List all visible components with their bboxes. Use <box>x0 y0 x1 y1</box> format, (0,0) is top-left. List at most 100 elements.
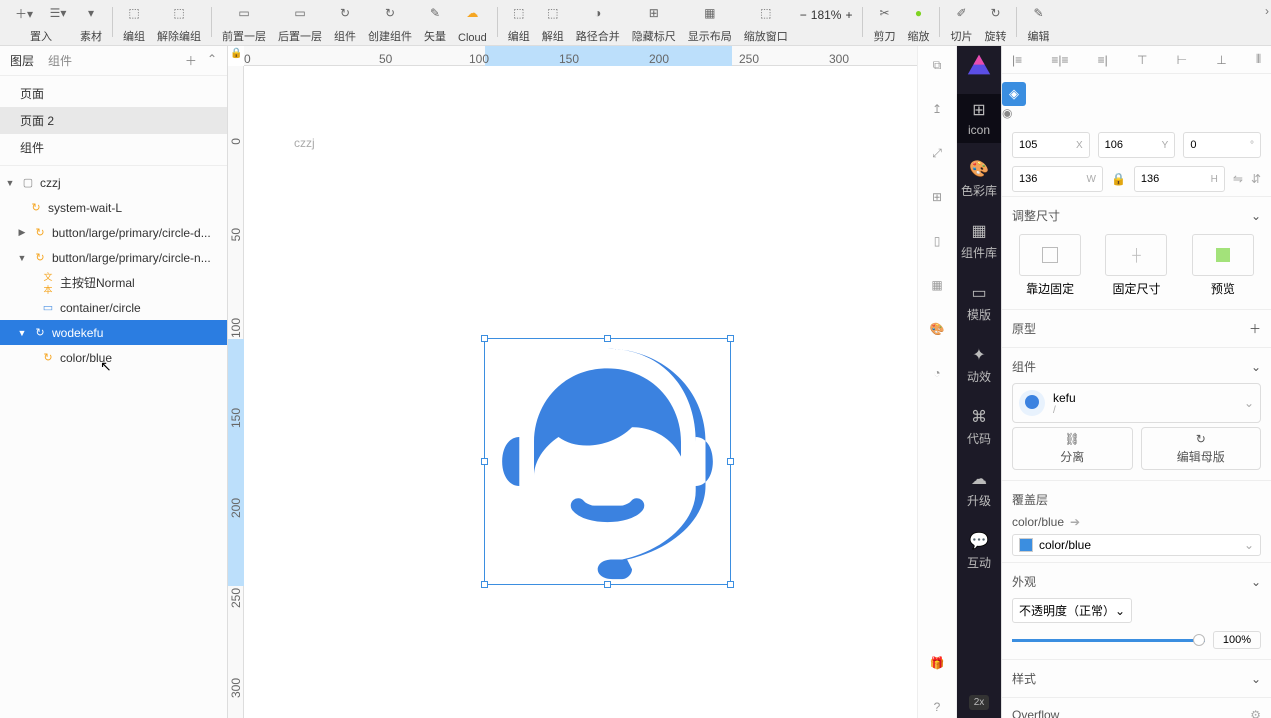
resize-fix-size[interactable]: ┼固定尺寸 <box>1098 234 1174 297</box>
plugin-code[interactable]: ⌘代码 <box>957 401 1001 453</box>
align-right-icon[interactable]: ≡| <box>1098 53 1108 67</box>
comp-section-header[interactable]: 组件⌄ <box>1012 354 1261 379</box>
tree-item[interactable]: ▭ container/circle <box>0 295 227 320</box>
selection-box[interactable] <box>484 338 731 585</box>
blend-mode-select[interactable]: 不透明度（正常）⌄ <box>1012 598 1132 623</box>
h-input[interactable]: H <box>1134 166 1225 192</box>
grid-icon[interactable]: ⊞ <box>926 186 948 208</box>
minus-icon[interactable]: − <box>800 8 807 22</box>
edit2-tool[interactable]: ⬚编组 <box>502 4 536 44</box>
tab-design[interactable]: ◈ <box>1002 82 1026 106</box>
palette-icon[interactable]: 🎨 <box>926 318 948 340</box>
tree-item[interactable]: ↻ color/blue <box>0 345 227 370</box>
plugin-upgrade[interactable]: ☁升级 <box>957 463 1001 515</box>
align-top-icon[interactable]: ⊤ <box>1137 53 1147 67</box>
page-item-components[interactable]: 组件 <box>0 134 227 161</box>
backward-tool[interactable]: ▭后置一层 <box>272 4 328 44</box>
tree-item-selected[interactable]: ▼ ↻ wodekefu <box>0 320 227 345</box>
proto-section-header[interactable]: 原型＋ <box>1012 316 1261 341</box>
component-tool[interactable]: ↻组件 <box>328 4 362 44</box>
arrow-right-icon[interactable]: ➔ <box>1070 515 1080 529</box>
tab-components[interactable]: 组件 <box>48 52 72 69</box>
x-input[interactable]: X <box>1012 132 1090 158</box>
tree-item[interactable]: ▶ ↻ button/large/primary/circle-d... <box>0 220 227 245</box>
style-header[interactable]: 样式⌄ <box>1012 666 1261 691</box>
edit-master-button[interactable]: ↻编辑母版 <box>1141 427 1262 470</box>
add-page-icon[interactable]: ＋ <box>185 52 197 69</box>
gift-icon[interactable]: 🎁 <box>926 652 948 674</box>
overflow-icon[interactable]: › <box>1265 4 1269 18</box>
vector-tool[interactable]: ✎矢量 <box>418 4 452 44</box>
zoom-window-tool[interactable]: ⬚缩放窗口 <box>738 4 794 44</box>
lock-aspect-icon[interactable]: 🔒 <box>1111 172 1126 186</box>
plugin-interact[interactable]: 💬互动 <box>957 525 1001 577</box>
align-center-icon[interactable]: ≡|≡ <box>1051 53 1068 67</box>
tab-layers[interactable]: 图层 <box>10 52 34 69</box>
page-item[interactable]: 页面 <box>0 80 227 107</box>
y-input[interactable]: Y <box>1098 132 1176 158</box>
tree-item[interactable]: 文本 主按钮Normal <box>0 270 227 295</box>
rotation-input[interactable]: ° <box>1183 132 1261 158</box>
override-value-select[interactable]: color/blue ⌄ <box>1012 534 1261 556</box>
crop-icon[interactable]: ⧉ <box>926 54 948 76</box>
group-tool[interactable]: ⬚编组 <box>117 4 151 44</box>
artboard-label[interactable]: czzj <box>294 136 315 150</box>
canvas-content[interactable]: czzj <box>244 66 917 718</box>
export-icon[interactable]: ↥ <box>926 98 948 120</box>
opacity-value[interactable]: 100% <box>1213 631 1261 649</box>
flip-v-icon[interactable]: ⇵ <box>1251 172 1261 186</box>
opacity-slider[interactable] <box>1012 639 1205 642</box>
scale-tool[interactable]: ●缩放 <box>901 4 935 44</box>
flip-h-icon[interactable]: ⇋ <box>1233 172 1243 186</box>
tree-artboard[interactable]: ▼ ▢ czzj <box>0 170 227 195</box>
ungroup2-tool[interactable]: ⬚解组 <box>536 4 570 44</box>
page-item-2[interactable]: 页面 2 <box>0 107 227 134</box>
panel-icon[interactable]: ▯ <box>926 230 948 252</box>
align-bottom-icon[interactable]: ⊥ <box>1216 53 1226 67</box>
resize-icon[interactable]: ⤢ <box>926 142 948 164</box>
align-middle-icon[interactable]: ⊢ <box>1177 53 1187 67</box>
scissors-tool[interactable]: ✂剪刀 <box>867 4 901 44</box>
plus-icon[interactable]: + <box>845 8 852 22</box>
canvas[interactable]: 🔒 0 50 100 150 200 250 300 0 50 100 150 … <box>228 46 917 718</box>
scale-2x[interactable]: 2x <box>969 695 990 710</box>
help-icon[interactable]: ? <box>926 696 948 718</box>
lock-icon[interactable]: 🔒 <box>230 48 242 59</box>
tab-prototype-icon[interactable]: ◉ <box>1002 106 1012 120</box>
plus-icon[interactable]: ＋ <box>1249 320 1261 337</box>
gear-icon[interactable]: ⚙ <box>1250 708 1261 718</box>
appearance-header[interactable]: 外观⌄ <box>1012 569 1261 594</box>
hide-ruler-tool[interactable]: ⊞隐藏标尺 <box>626 4 682 44</box>
resize-fix-edge[interactable]: 靠边固定 <box>1012 234 1088 297</box>
zoom-display[interactable]: −181%+ <box>794 4 859 44</box>
plugin-palette[interactable]: 🎨色彩库 <box>957 153 1001 205</box>
insert-tool[interactable]: ＋▾☰▾ 置入 <box>8 4 74 44</box>
slice-tool[interactable]: ✐切片 <box>944 4 978 44</box>
w-input[interactable]: W <box>1012 166 1103 192</box>
collapse-icon[interactable]: ⌃ <box>207 52 217 69</box>
merge-path-tool[interactable]: ◑路径合并 <box>570 4 626 44</box>
plugin-template[interactable]: ▭模版 <box>957 277 1001 329</box>
tree-item[interactable]: ↻ system-wait-L <box>0 195 227 220</box>
component-card[interactable]: kefu/ ⌄ <box>1012 383 1261 423</box>
resize-section-header[interactable]: 调整尺寸⌄ <box>1012 203 1261 228</box>
assets-tool[interactable]: ▾ 素材 <box>74 4 108 44</box>
chart-icon[interactable]: ◔ <box>926 362 948 384</box>
rotate-tool[interactable]: ↻旋转 <box>978 4 1012 44</box>
plugin-icon[interactable]: ⊞icon <box>957 94 1001 143</box>
create-comp-tool[interactable]: ↻创建组件 <box>362 4 418 44</box>
plugin-motion[interactable]: ✦动效 <box>957 339 1001 391</box>
separate-button[interactable]: ⛓分离 <box>1012 427 1133 470</box>
edit3-tool[interactable]: ✎编辑 <box>1021 4 1055 44</box>
plugin-complib[interactable]: ▦组件库 <box>957 215 1001 267</box>
show-layout-tool[interactable]: ▦显示布局 <box>682 4 738 44</box>
table-icon[interactable]: ▦ <box>926 274 948 296</box>
distribute-icon[interactable]: ⫴ <box>1256 52 1261 67</box>
resize-preview[interactable]: 预览 <box>1185 234 1261 297</box>
forward-tool[interactable]: ▭前置一层 <box>216 4 272 44</box>
ungroup-tool[interactable]: ⬚解除编组 <box>151 4 207 44</box>
tree-item[interactable]: ▼ ↻ button/large/primary/circle-n... <box>0 245 227 270</box>
cloud-tool[interactable]: ☁Cloud <box>452 4 493 44</box>
align-left-icon[interactable]: |≡ <box>1012 53 1022 67</box>
overflow-header[interactable]: Overflow⚙ <box>1012 704 1261 718</box>
